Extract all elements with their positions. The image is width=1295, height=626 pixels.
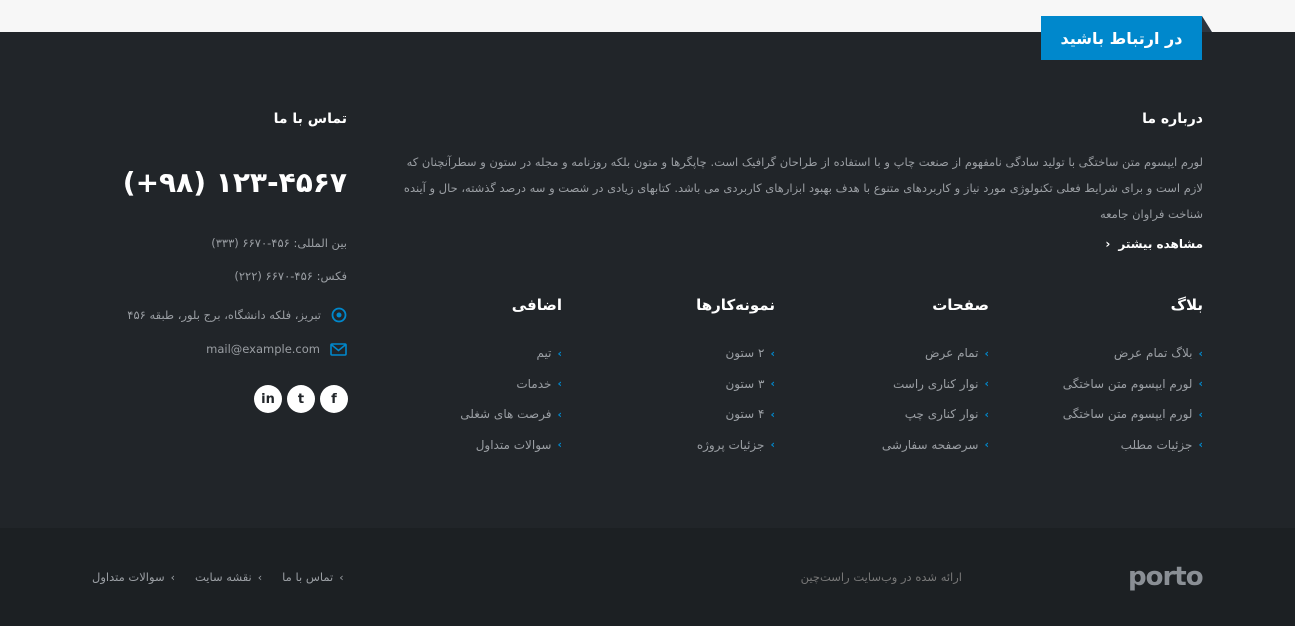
pages-list: › تمام عرض › نوار کناری راست › نوار کناری چ… [882,338,989,460]
chevron-right-icon: › [770,438,775,452]
list-item[interactable]: › خدمات [460,369,562,400]
location-pin-icon [331,307,347,323]
chevron-right-icon: › [557,346,562,360]
list-item[interactable]: › سرصفحه سفارشی [882,430,989,461]
chevron-right-icon: › [984,346,989,360]
email-text: mail@example.com [206,342,320,356]
chevron-right-icon: › [557,407,562,421]
bottom-link-contact[interactable]: › تماس با ما [282,570,343,584]
chevron-left-icon: ‹ [1105,237,1111,251]
list-item[interactable]: › ۲ ستون [697,338,775,369]
list-item[interactable]: › سوالات متداول [460,430,562,461]
list-item[interactable]: › بلاگ تمام عرض [1063,338,1203,369]
copyright-text: ارائه شده در وب‌سایت راست‌چین [800,570,962,584]
list-item[interactable]: › تمام عرض [882,338,989,369]
list-item[interactable]: › جزئیات مطلب [1063,430,1203,461]
chevron-right-icon: › [984,377,989,391]
list-item[interactable]: › ۳ ستون [697,369,775,400]
porto-logo[interactable]: porto [1128,562,1204,592]
read-more-label: مشاهده بیشتر [1118,237,1203,251]
linkedin-icon[interactable]: in [254,385,282,413]
column-title-blog: بلاگ [1170,296,1203,314]
chevron-right-icon: › [557,438,562,452]
list-item[interactable]: › تیم [460,338,563,369]
address-text: تبریز، فلکه دانشگاه، برج بلور، طبقه ۴۵۶ [127,308,321,322]
contact-tab[interactable]: در ارتباط باشید [1041,16,1202,60]
facebook-icon[interactable]: f [320,385,348,413]
chevron-right-icon: › [1198,377,1203,391]
column-title-portfolio: نمونه‌کارها [696,296,775,314]
list-item[interactable]: › لورم ایپسوم متن ساختگی [1063,399,1203,430]
chevron-right-icon: › [1198,346,1203,360]
chevron-right-icon: › [984,407,989,421]
chevron-right-icon: › [557,377,562,391]
extra-list: › تیم › خدمات › فرصت های شغلی › سوالات متداو… [460,338,562,460]
contact-phone[interactable]: (+۹۸) ۱۲۳-۴۵۶۷ [123,166,347,199]
address-line: تبریز، فلکه دانشگاه، برج بلور، طبقه ۴۵۶ [127,307,347,323]
bottom-link-faq[interactable]: › سوالات متداول [92,570,175,584]
tab-corner [1202,16,1212,32]
envelope-icon [330,342,347,356]
list-item[interactable]: › نوار کناری راست [882,369,989,400]
contact-title: تماس با ما [273,111,347,127]
bottom-link-sitemap[interactable]: › نقشه سایت [195,570,262,584]
column-title-extra: اضافی [511,296,562,314]
read-more-link[interactable]: مشاهده بیشتر ‹ [1105,237,1203,251]
chevron-right-icon: › [770,377,775,391]
blog-list: › بلاگ تمام عرض › لورم ایپسوم متن ساختگی ›… [1063,338,1203,460]
list-item[interactable]: › جزئیات پروژه [697,430,775,461]
twitter-icon[interactable]: t [287,385,315,413]
chevron-right-icon: › [984,438,989,452]
portfolio-list: › ۲ ستون › ۳ ستون › ۴ ستون › جزئیات پروژه [697,338,775,460]
bottom-links: › تماس با ما › نقشه سایت › سوالات متداول [92,570,344,584]
chevron-right-icon: › [770,346,775,360]
chevron-right-icon: › [257,570,263,584]
chevron-right-icon: › [1198,438,1203,452]
email-line[interactable]: mail@example.com [206,342,347,356]
list-item[interactable]: › ۴ ستون [697,399,775,430]
chevron-right-icon: › [770,407,775,421]
chevron-right-icon: › [1198,407,1203,421]
list-item[interactable]: › نوار کناری چپ [882,399,989,430]
column-title-pages: صفحات [932,296,989,314]
about-title: درباره ما [1142,111,1203,127]
chevron-right-icon: › [339,570,344,584]
list-item[interactable]: › لورم ایپسوم متن ساختگی [1063,369,1203,400]
international-phone: بین المللی: ۴۵۶-۶۶۷۰ (۳۳۳) [211,236,347,250]
fax-number: فکس: ۴۵۶-۶۶۷۰ (۲۲۲) [234,269,347,283]
chevron-right-icon: › [170,570,175,584]
list-item[interactable]: › فرصت های شغلی [460,399,562,430]
about-text: لورم ایپسوم متن ساختگی با تولید سادگی نا… [403,155,1203,221]
